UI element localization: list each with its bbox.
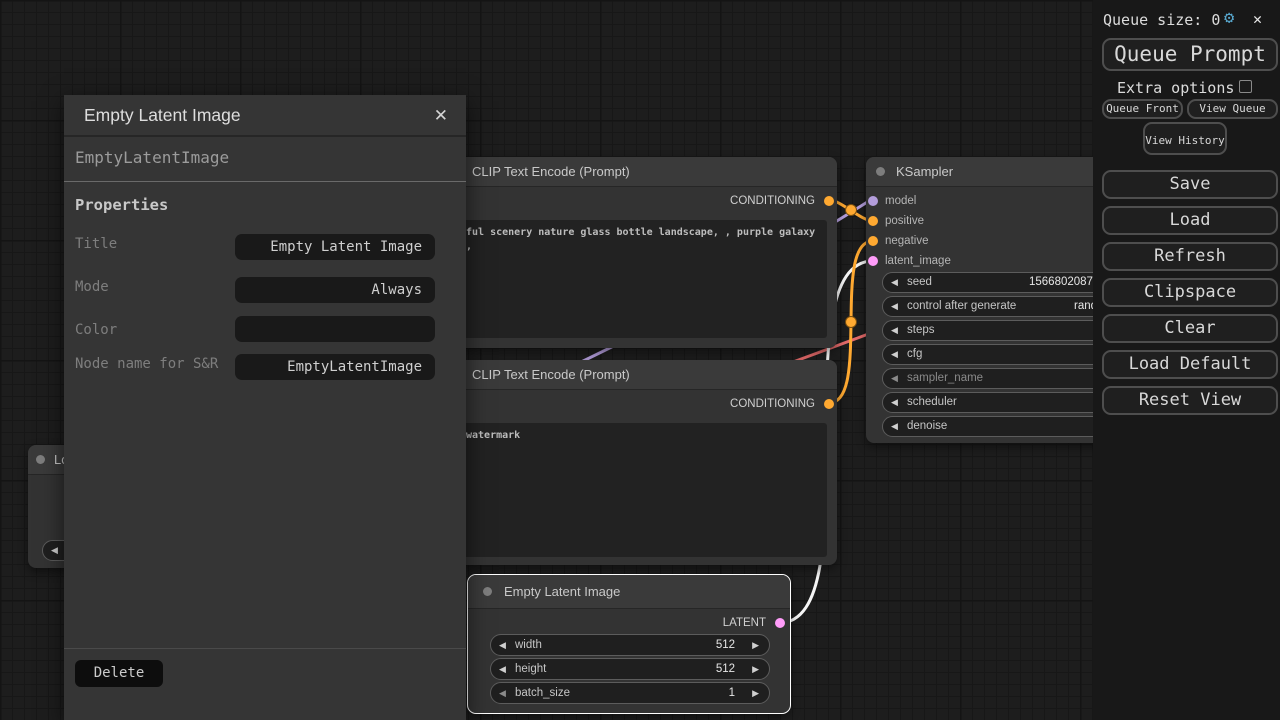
increment-arrow-icon[interactable]: ▶: [752, 659, 759, 679]
widget-width[interactable]: ◀ width 512 ▶: [490, 634, 770, 656]
queue-front-button[interactable]: Queue Front: [1102, 99, 1183, 119]
decrement-arrow-icon[interactable]: ◀: [891, 273, 898, 292]
increment-arrow-icon[interactable]: ▶: [752, 683, 759, 703]
decrement-arrow-icon[interactable]: ◀: [891, 369, 898, 388]
node-title-bar[interactable]: Empty Latent Image: [468, 575, 790, 609]
decrement-arrow-icon[interactable]: ◀: [891, 417, 898, 436]
decrement-arrow-icon[interactable]: ◀: [891, 321, 898, 340]
save-button[interactable]: Save: [1102, 170, 1278, 199]
conditioning-slot-dot[interactable]: [824, 399, 834, 409]
prompt-textarea[interactable]: watermark: [456, 423, 827, 557]
settings-gear-icon[interactable]: ⚙: [1224, 8, 1234, 28]
decrement-arrow-icon[interactable]: ◀: [51, 541, 58, 560]
output-conditioning: CONDITIONING: [730, 193, 815, 209]
decrement-arrow-icon[interactable]: ◀: [891, 393, 898, 412]
link-midpoint-dot[interactable]: [846, 317, 857, 328]
node-title-text: KSampler: [896, 157, 953, 187]
collapse-dot-icon[interactable]: [483, 587, 492, 596]
node-empty-latent-image[interactable]: Empty Latent Image LATENT ◀ width 512 ▶ …: [468, 575, 790, 713]
latent-slot-dot[interactable]: [868, 256, 878, 266]
comfyui-app: Lo ◀ c CLIP Text Encode (Prompt) CONDITI…: [0, 0, 1280, 720]
prompt-textarea[interactable]: ful scenery nature glass bottle landscap…: [456, 220, 827, 338]
delete-node-button[interactable]: Delete: [75, 660, 163, 687]
conditioning-slot-dot[interactable]: [868, 216, 878, 226]
properties-heading: Properties: [75, 196, 168, 214]
color-field-label: Color: [75, 320, 235, 340]
node-clip-text-encode-positive[interactable]: CLIP Text Encode (Prompt) CONDITIONING f…: [446, 157, 837, 348]
input-latent-image: latent_image: [885, 253, 951, 269]
view-queue-button[interactable]: View Queue: [1187, 99, 1278, 119]
latent-slot-dot[interactable]: [775, 618, 785, 628]
node-type-label: EmptyLatentImage: [75, 148, 229, 167]
mode-field-label: Mode: [75, 277, 235, 297]
comfy-menu-panel: Queue size: 0 ⚙ ✕ Queue Prompt Extra opt…: [1093, 0, 1280, 720]
load-default-button[interactable]: Load Default: [1102, 350, 1278, 379]
view-history-button[interactable]: View History: [1143, 122, 1227, 155]
dialog-close-icon[interactable]: ✕: [428, 104, 454, 128]
widget-batch-size[interactable]: ◀ batch_size 1 ▶: [490, 682, 770, 704]
decrement-arrow-icon[interactable]: ◀: [499, 659, 506, 679]
queue-prompt-button[interactable]: Queue Prompt: [1102, 38, 1278, 71]
refresh-button[interactable]: Refresh: [1102, 242, 1278, 271]
node-title-bar[interactable]: CLIP Text Encode (Prompt): [446, 157, 837, 187]
node-title-text: Empty Latent Image: [504, 575, 620, 609]
load-button[interactable]: Load: [1102, 206, 1278, 235]
model-slot-dot[interactable]: [868, 196, 878, 206]
queue-size-label: Queue size: 0: [1103, 11, 1220, 29]
collapse-dot-icon[interactable]: [36, 455, 45, 464]
output-conditioning: CONDITIONING: [730, 396, 815, 412]
title-field-input[interactable]: Empty Latent Image: [235, 234, 435, 260]
extra-options-checkbox[interactable]: [1239, 80, 1252, 93]
node-title-text: CLIP Text Encode (Prompt): [472, 360, 630, 390]
decrement-arrow-icon[interactable]: ◀: [499, 683, 506, 703]
input-positive: positive: [885, 213, 924, 229]
node-properties-dialog: Empty Latent Image ✕ EmptyLatentImage Pr…: [64, 95, 466, 720]
divider: [64, 181, 466, 182]
node-clip-text-encode-negative[interactable]: CLIP Text Encode (Prompt) CONDITIONING w…: [446, 360, 837, 565]
conditioning-slot-dot[interactable]: [824, 196, 834, 206]
close-menu-icon[interactable]: ✕: [1253, 10, 1262, 28]
input-model: model: [885, 193, 916, 209]
clear-button[interactable]: Clear: [1102, 314, 1278, 343]
decrement-arrow-icon[interactable]: ◀: [891, 345, 898, 364]
extra-options-label: Extra options: [1117, 79, 1234, 97]
divider: [64, 648, 466, 649]
link-midpoint-dot[interactable]: [846, 205, 857, 216]
decrement-arrow-icon[interactable]: ◀: [891, 297, 898, 316]
increment-arrow-icon[interactable]: ▶: [752, 635, 759, 655]
node-name-field-input[interactable]: EmptyLatentImage: [235, 354, 435, 380]
reset-view-button[interactable]: Reset View: [1102, 386, 1278, 415]
mode-field-input[interactable]: Always: [235, 277, 435, 303]
input-negative: negative: [885, 233, 928, 249]
node-name-field-label: Node name for S&R: [75, 354, 235, 374]
output-latent: LATENT: [723, 615, 766, 631]
dialog-title: Empty Latent Image: [84, 105, 241, 126]
decrement-arrow-icon[interactable]: ◀: [499, 635, 506, 655]
node-title-text: CLIP Text Encode (Prompt): [472, 157, 630, 187]
collapse-dot-icon[interactable]: [876, 167, 885, 176]
clipspace-button[interactable]: Clipspace: [1102, 278, 1278, 307]
conditioning-slot-dot[interactable]: [868, 236, 878, 246]
dialog-header: Empty Latent Image ✕: [64, 95, 466, 137]
title-field-label: Title: [75, 234, 235, 254]
node-title-bar[interactable]: CLIP Text Encode (Prompt): [446, 360, 837, 390]
widget-height[interactable]: ◀ height 512 ▶: [490, 658, 770, 680]
color-field-input[interactable]: [235, 316, 435, 342]
